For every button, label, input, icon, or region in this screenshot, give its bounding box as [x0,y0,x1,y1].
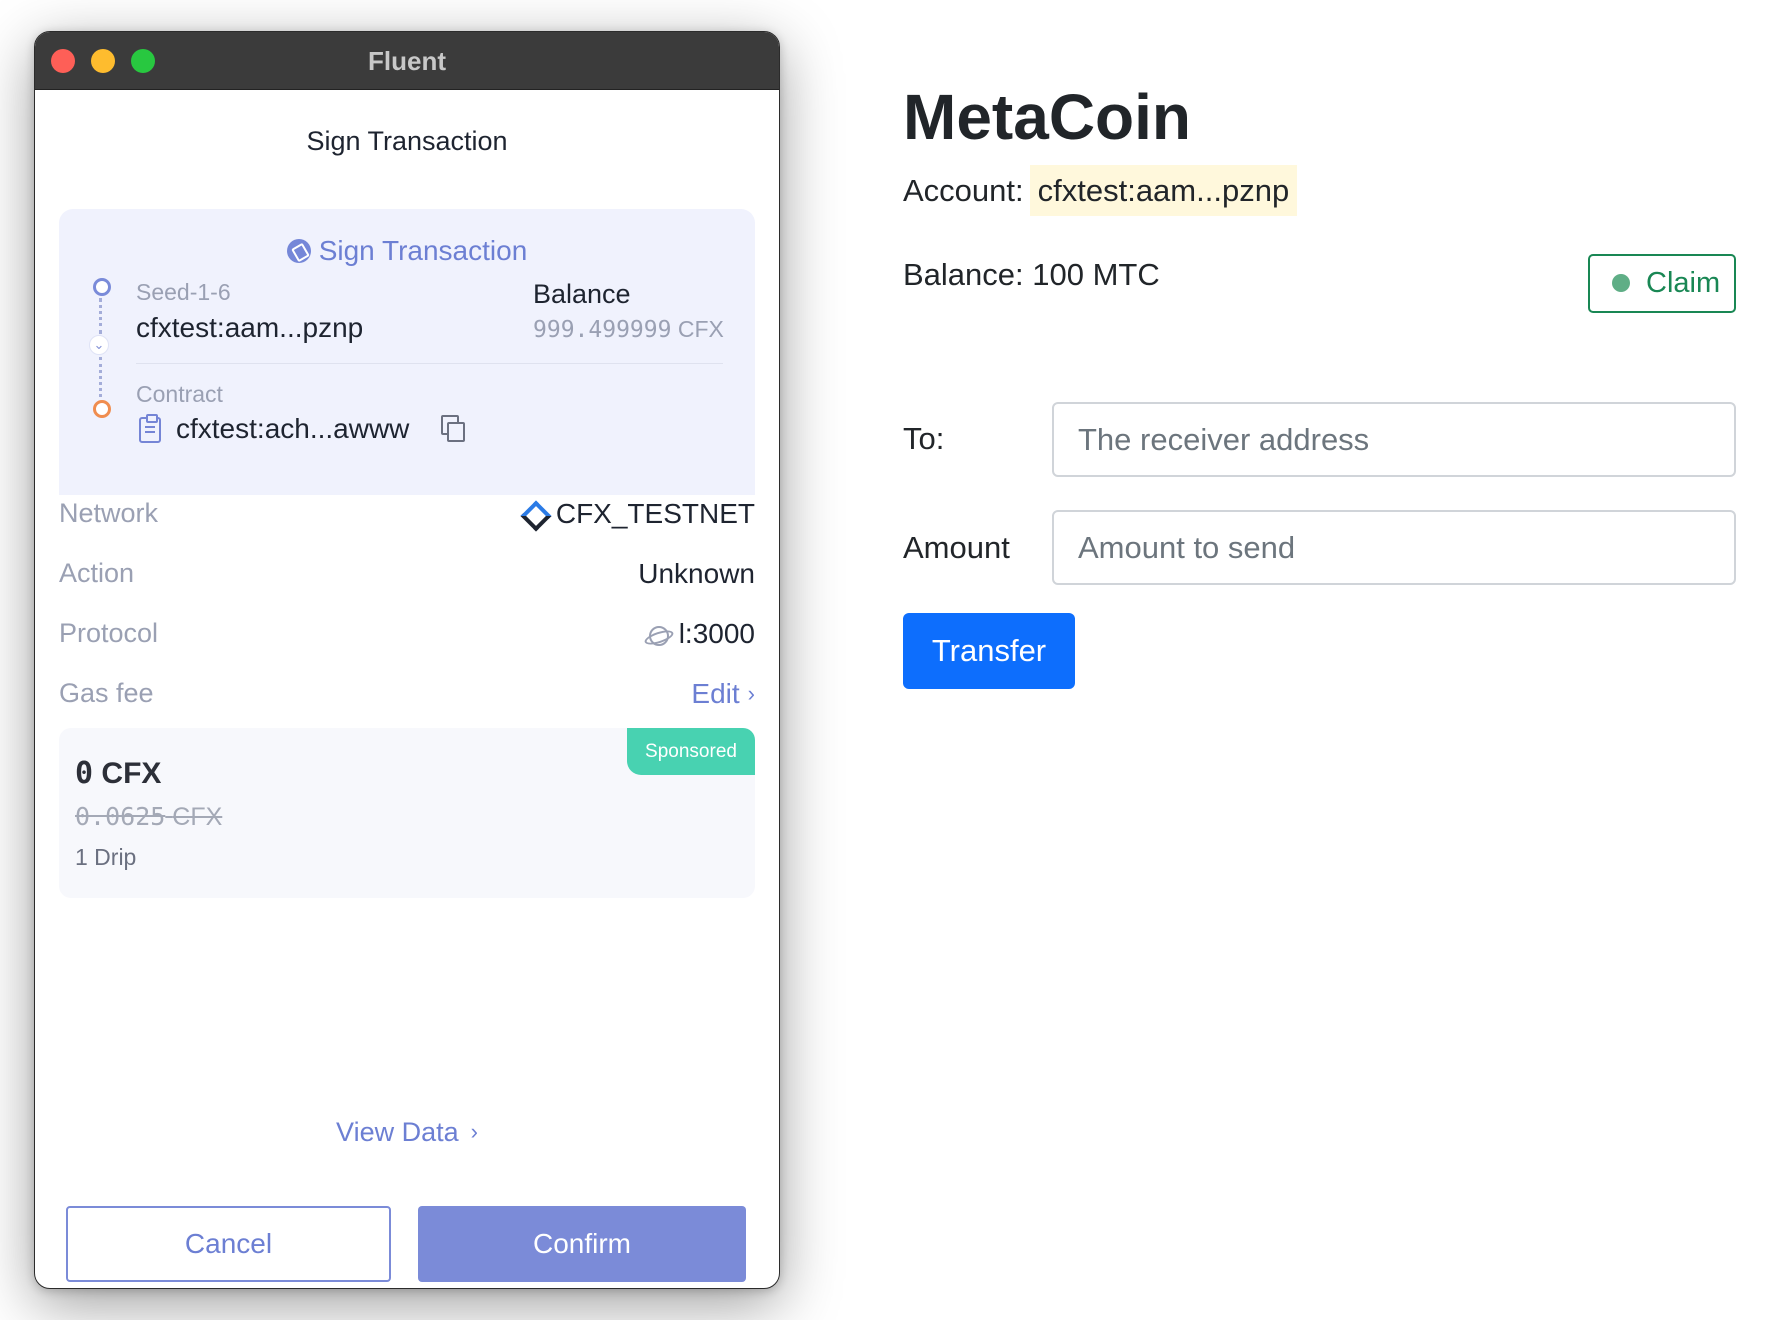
view-data-link[interactable]: View Data › [35,1117,779,1148]
token-balance: Balance: 100 MTC [903,257,1160,292]
page-title: Sign Transaction [306,126,508,156]
from-dot-icon [93,278,111,296]
gas-price-drip: 1 Drip [75,844,137,870]
amount-label: Amount [903,530,1010,565]
contract-label: Contract [136,381,223,407]
network-label: Network [59,498,159,528]
view-data-label: View Data [336,1117,459,1147]
transfer-button[interactable]: Transfer [903,613,1075,689]
amount-input[interactable] [1052,510,1736,585]
title-bar: Fluent [35,32,779,90]
edit-gas-label: Edit [691,678,740,709]
connector-line [99,357,102,397]
original-gas-fee: 0.0625 CFX [75,802,222,832]
gas-fee-amount: 0 [75,756,94,791]
status-dot-icon [1612,274,1630,292]
gas-fee-value: 0 CFX [75,756,161,791]
network-value: CFX_TESTNET [522,498,755,530]
to-label: To: [903,421,945,456]
balance-label: Balance [533,279,631,309]
action-value: Unknown [638,558,755,589]
gas-fee-card: Sponsored 0 CFX 0.0625 CFX 1 Drip [59,728,755,898]
fluent-window: Fluent Sign Transaction Sign Transaction… [34,31,780,1289]
gas-fee-label: Gas fee [59,678,154,708]
card-title: Sign Transaction [59,235,755,267]
sponsored-badge: Sponsored [627,728,755,775]
contract-document-icon [139,414,161,443]
copy-icon[interactable] [441,415,465,442]
claim-button[interactable]: Claim [1588,254,1736,313]
claim-label: Claim [1646,267,1721,299]
sign-icon [286,239,311,263]
planet-icon [645,625,671,646]
network-row: Network CFX_TESTNET [59,498,755,538]
chevron-right-icon: › [470,1119,478,1144]
protocol-value: l:3000 [645,618,755,650]
protocol-label: Protocol [59,618,159,648]
protocol-row: Protocol l:3000 [59,618,755,658]
confirm-button[interactable]: Confirm [418,1206,746,1282]
gas-fee-row: Gas fee Edit › [59,678,755,718]
balance-amount: 999.499999 [533,317,672,343]
metacoin-title: MetaCoin [903,81,1191,153]
cancel-button[interactable]: Cancel [66,1206,391,1282]
edit-gas-button[interactable]: Edit › [691,678,755,710]
conflux-network-icon [522,502,546,526]
action-row: Action Unknown [59,558,755,598]
network-name: CFX_TESTNET [555,498,755,529]
protocol-origin: l:3000 [678,618,755,649]
original-gas-unit: CFX [172,803,223,831]
from-account-address: cfxtest:aam...pznp [136,312,364,343]
connector-line [99,298,102,334]
divider [136,363,723,364]
window-title: Fluent [368,46,446,76]
gas-fee-unit: CFX [101,757,162,790]
account-address: cfxtest:aam...pznp [1029,165,1298,216]
account-line: Account: cfxtest:aam...pznp [903,165,1298,216]
action-label: Action [59,558,135,588]
account-label: Account: [903,173,1024,208]
card-title-text: Sign Transaction [318,235,528,266]
balance-value: 999.499999 CFX [533,316,724,343]
balance-unit: CFX [677,316,724,342]
transaction-card: Sign Transaction ⌄ Seed-1-6 cfxtest:aam.… [59,209,755,495]
from-account-label: Seed-1-6 [136,279,231,305]
to-dot-icon [93,400,111,418]
chevron-down-icon: ⌄ [89,335,109,355]
fluent-content: Sign Transaction Sign Transaction ⌄ Seed… [35,90,779,1288]
receiver-address-input[interactable] [1052,402,1736,477]
chevron-right-icon: › [747,681,755,706]
contract-address: cfxtest:ach...awww [176,413,410,444]
original-gas-amount: 0.0625 [75,802,166,831]
